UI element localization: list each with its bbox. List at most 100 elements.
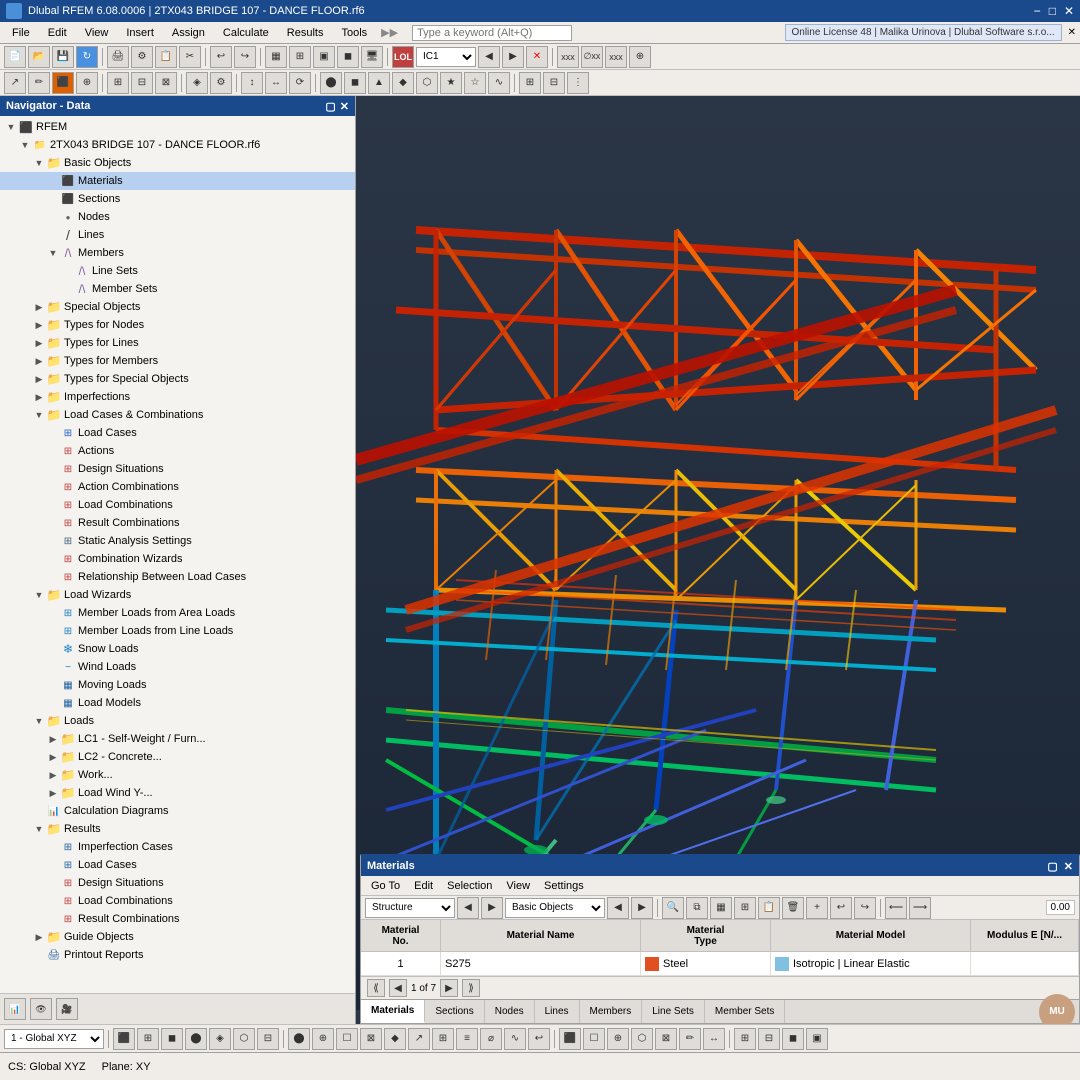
menu-insert[interactable]: Insert [118, 25, 162, 41]
tree-item-linesets[interactable]: /\ Line Sets [0, 262, 355, 280]
tree-item-types-nodes[interactable]: ▶ 📁 Types for Nodes [0, 316, 355, 334]
tree-item-loadcases[interactable]: ⊞ Load Cases [0, 424, 355, 442]
tool-s3[interactable]: ⬛ [52, 72, 74, 94]
bt13[interactable]: ↗ [408, 1028, 430, 1050]
tree-item-line-loads[interactable]: ⊞ Member Loads from Line Loads [0, 622, 355, 640]
tool-s9[interactable]: ⚙ [210, 72, 232, 94]
tree-item-result-lco[interactable]: ⊞ Load Combinations [0, 892, 355, 910]
bt1[interactable]: ⬛ [113, 1028, 135, 1050]
tree-item-result-rc[interactable]: ⊞ Result Combinations [0, 910, 355, 928]
keyword-search[interactable] [412, 25, 572, 41]
tree-item-sections[interactable]: ⬛ Sections [0, 190, 355, 208]
tool-s13[interactable]: ⬤ [320, 72, 342, 94]
bt25[interactable]: ↔ [703, 1028, 725, 1050]
close-button[interactable]: ✕ [1064, 4, 1074, 18]
tree-item-basic-objects[interactable]: ▼ 📁 Basic Objects [0, 154, 355, 172]
tree-item-result-combo[interactable]: ⊞ Result Combinations [0, 514, 355, 532]
tree-item-moving[interactable]: ▦ Moving Loads [0, 676, 355, 694]
ic-combo[interactable]: IC1 [416, 47, 476, 67]
bt20[interactable]: ☐ [583, 1028, 605, 1050]
mat-close-btn[interactable]: ✕ [1064, 860, 1073, 873]
mat-tab-membersets[interactable]: Member Sets [705, 1000, 785, 1023]
menu-view[interactable]: View [77, 25, 117, 41]
tree-arrow-results[interactable]: ▼ [32, 824, 46, 834]
tree-item-nodes[interactable]: ● Nodes [0, 208, 355, 226]
menu-results[interactable]: Results [279, 25, 332, 41]
open-btn[interactable]: 📂 [28, 46, 50, 68]
bt12[interactable]: ◆ [384, 1028, 406, 1050]
tree-item-area-loads[interactable]: ⊞ Member Loads from Area Loads [0, 604, 355, 622]
save-btn[interactable]: 💾 [52, 46, 74, 68]
tree-arrow-imperf[interactable]: ▶ [32, 392, 46, 403]
mat-num-field[interactable]: 0.00 [1046, 900, 1075, 915]
bt18[interactable]: ↩ [528, 1028, 550, 1050]
mat-nav-prev[interactable]: ◀ [457, 897, 479, 919]
bt14[interactable]: ⊞ [432, 1028, 454, 1050]
mat-search-btn[interactable]: 🔍 [662, 897, 684, 919]
tree-item-file[interactable]: ▼ 📁 2TX043 BRIDGE 107 - DANCE FLOOR.rf6 [0, 136, 355, 154]
bt16[interactable]: ⌀ [480, 1028, 502, 1050]
tree-arrow-lwiz[interactable]: ▼ [32, 590, 46, 600]
bt15[interactable]: ≡ [456, 1028, 478, 1050]
window-controls[interactable]: − □ ✕ [1034, 4, 1074, 18]
mat-fit-btn[interactable]: ⊞ [734, 897, 756, 919]
tree-item-result-ds[interactable]: ⊞ Design Situations [0, 874, 355, 892]
mat-copy-btn[interactable]: 📋 [758, 897, 780, 919]
settings-btn[interactable]: ⚙ [131, 46, 153, 68]
tool-s21[interactable]: ⊞ [519, 72, 541, 94]
redo-btn[interactable]: ↪ [234, 46, 256, 68]
bt7[interactable]: ⊟ [257, 1028, 279, 1050]
tool-s2[interactable]: ✏ [28, 72, 50, 94]
tree-item-materials[interactable]: ⬛ Materials [0, 172, 355, 190]
tree-item-members[interactable]: ▼ /\ Members [0, 244, 355, 262]
mat-scope-combo[interactable]: Structure [365, 898, 455, 918]
bt23[interactable]: ⊠ [655, 1028, 677, 1050]
tree-item-combo-wiz[interactable]: ⊞ Combination Wizards [0, 550, 355, 568]
bt9[interactable]: ⊕ [312, 1028, 334, 1050]
mat-right-btn[interactable]: ⟶ [909, 897, 931, 919]
tool-s18[interactable]: ★ [440, 72, 462, 94]
tool-s12[interactable]: ⟳ [289, 72, 311, 94]
view5-btn[interactable]: 🖥 [361, 46, 383, 68]
tree-item-work[interactable]: ▶ 📁 Work... [0, 766, 355, 784]
coord-system-combo[interactable]: 1 - Global XYZ [4, 1029, 104, 1049]
tool-s6[interactable]: ⊟ [131, 72, 153, 94]
extra4-btn[interactable]: ⊕ [629, 46, 651, 68]
tool-s23[interactable]: ⋮ [567, 72, 589, 94]
mat-undo-btn[interactable]: ↩ [830, 897, 852, 919]
tree-arrow-typelines[interactable]: ▶ [32, 338, 46, 349]
tree-arrow-rfem[interactable]: ▼ [4, 122, 18, 132]
mat-tab-linesets[interactable]: Line Sets [642, 1000, 705, 1023]
bt27[interactable]: ⊟ [758, 1028, 780, 1050]
tool-s5[interactable]: ⊞ [107, 72, 129, 94]
bt2[interactable]: ⊞ [137, 1028, 159, 1050]
delete-btn[interactable]: ✕ [526, 46, 548, 68]
tree-item-lines[interactable]: / Lines [0, 226, 355, 244]
refresh-btn[interactable]: ↻ [76, 46, 98, 68]
tree-item-static[interactable]: ⊞ Static Analysis Settings [0, 532, 355, 550]
tree-item-imperfections[interactable]: ▶ 📁 Imperfections [0, 388, 355, 406]
tool-s8[interactable]: ◈ [186, 72, 208, 94]
tool-s22[interactable]: ⊟ [543, 72, 565, 94]
nav-prev[interactable]: ◀ [478, 46, 500, 68]
navigator-tree[interactable]: ▼ ⬛ RFEM ▼ 📁 2TX043 BRIDGE 107 - DANCE F… [0, 116, 355, 993]
mat-edit[interactable]: Edit [408, 879, 439, 893]
bt4[interactable]: ⬤ [185, 1028, 207, 1050]
mat-next-btn[interactable]: ▶ [440, 979, 458, 997]
tree-item-special[interactable]: ▶ 📁 Special Objects [0, 298, 355, 316]
view2-btn[interactable]: ⊞ [289, 46, 311, 68]
tool-s15[interactable]: ▲ [368, 72, 390, 94]
mat-add-btn[interactable]: + [806, 897, 828, 919]
tree-arrow-typespecial[interactable]: ▶ [32, 374, 46, 385]
tree-item-results[interactable]: ▼ 📁 Results [0, 820, 355, 838]
menu-close-icon[interactable]: ✕ [1068, 27, 1076, 38]
tree-item-relationship[interactable]: ⊞ Relationship Between Load Cases [0, 568, 355, 586]
tree-item-load-models[interactable]: ▦ Load Models [0, 694, 355, 712]
extra2-btn[interactable]: ∅xx [581, 46, 603, 68]
tree-arrow-typenodes[interactable]: ▶ [32, 320, 46, 331]
undo-btn[interactable]: ↩ [210, 46, 232, 68]
mat-nav-next2[interactable]: ▶ [631, 897, 653, 919]
mat-redo-btn[interactable]: ↪ [854, 897, 876, 919]
mat-last-btn[interactable]: ⟫ [462, 979, 480, 997]
tree-arrow-lc1[interactable]: ▶ [46, 734, 60, 745]
